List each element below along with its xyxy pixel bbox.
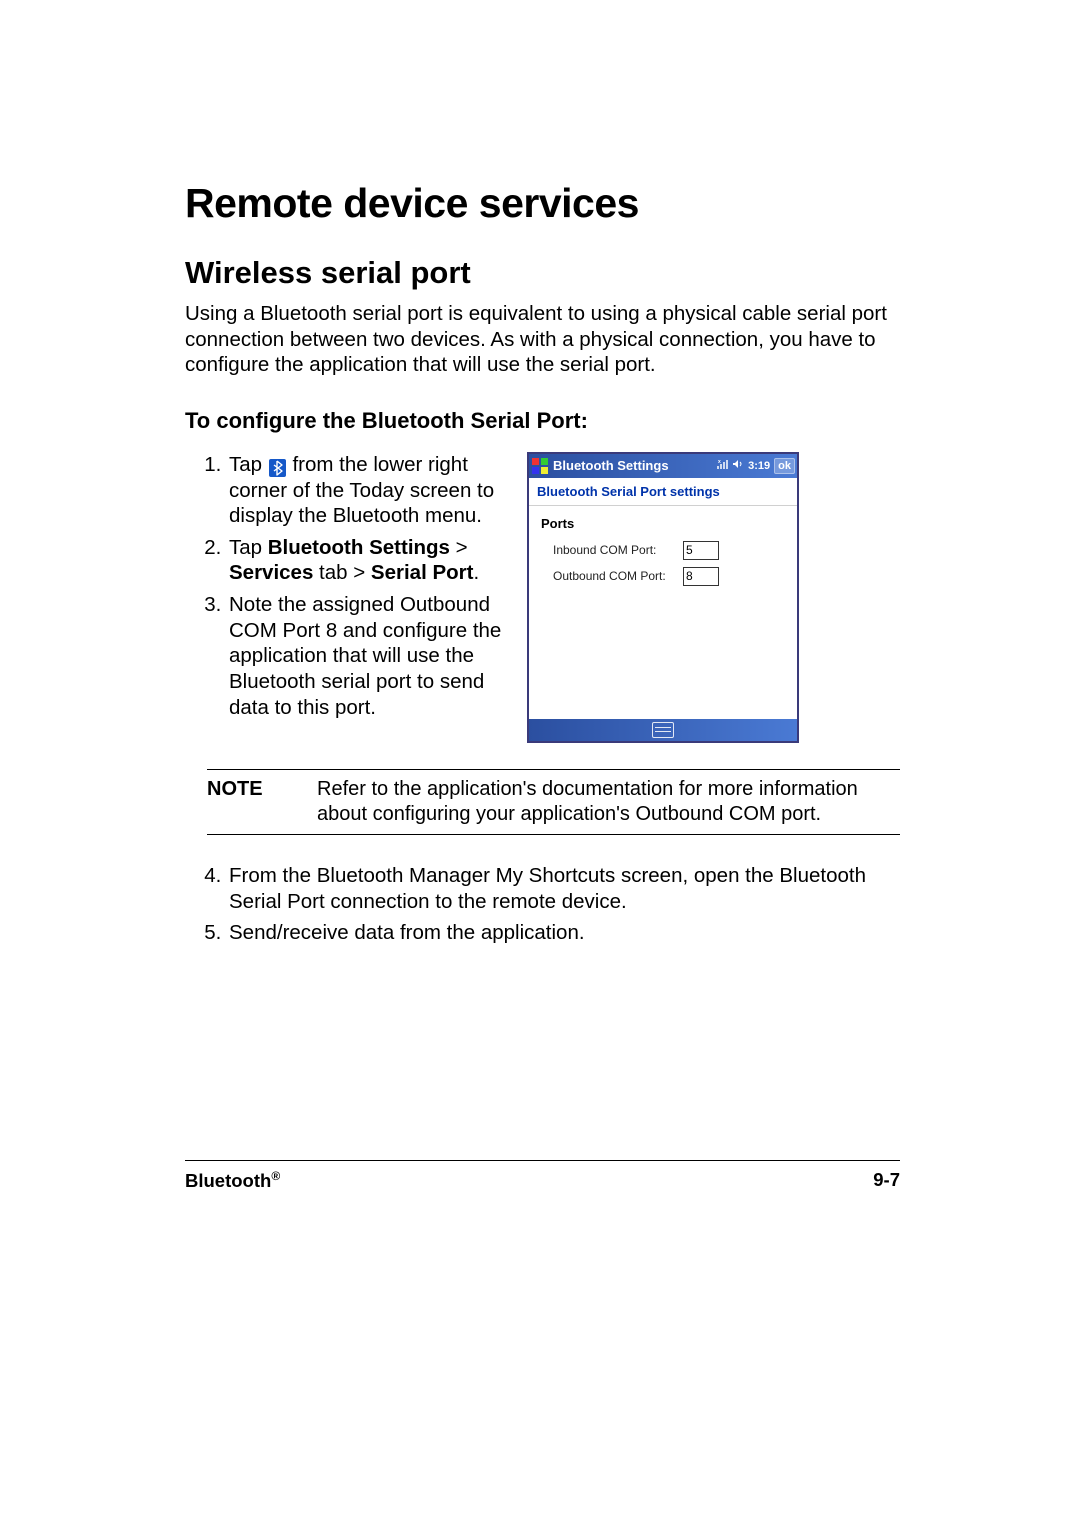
intro-paragraph: Using a Bluetooth serial port is equival…: [185, 301, 900, 378]
page-title: Remote device services: [185, 180, 900, 227]
start-icon[interactable]: [531, 457, 549, 475]
step-1-text-a: Tap: [229, 453, 268, 476]
pda-window-title: Bluetooth Settings: [553, 458, 669, 473]
inbound-port-row: Inbound COM Port:: [541, 541, 785, 560]
step-2-text-a: Tap: [229, 536, 268, 559]
step-2-text-d: .: [473, 561, 479, 584]
inbound-port-input[interactable]: [683, 541, 719, 560]
step-2-bold-services: Services: [229, 561, 313, 584]
step-2-bold-bt-settings: Bluetooth Settings: [268, 536, 450, 559]
volume-icon: [732, 458, 744, 473]
signal-icon: x: [716, 458, 728, 473]
ok-button[interactable]: ok: [774, 458, 795, 474]
procedure-heading: To configure the Bluetooth Serial Port:: [185, 408, 900, 434]
step-2: Tap Bluetooth Settings > Services tab > …: [227, 535, 505, 586]
footer-left-text: Bluetooth: [185, 1170, 271, 1191]
steps-list-continued: From the Bluetooth Manager My Shortcuts …: [185, 863, 900, 946]
pda-titlebar: Bluetooth Settings x 3:19 ok: [529, 454, 797, 478]
pda-subtitle: Bluetooth Serial Port settings: [529, 478, 797, 506]
svg-text:x: x: [718, 459, 721, 465]
pda-body: Ports Inbound COM Port: Outbound COM Por…: [529, 506, 797, 719]
registered-mark: ®: [271, 1169, 280, 1183]
step-5: Send/receive data from the application.: [227, 920, 900, 946]
status-icons: x 3:19: [716, 458, 770, 473]
outbound-port-label: Outbound COM Port:: [553, 569, 683, 583]
step-4: From the Bluetooth Manager My Shortcuts …: [227, 863, 900, 914]
step-2-text-c: tab >: [313, 561, 371, 584]
page-footer: Bluetooth® 9-7: [185, 1160, 900, 1192]
note-label: NOTE: [207, 777, 317, 827]
note-box: NOTE Refer to the application's document…: [207, 769, 900, 835]
section-subtitle: Wireless serial port: [185, 255, 900, 291]
outbound-port-input[interactable]: [683, 567, 719, 586]
footer-page-number: 9-7: [873, 1169, 900, 1192]
steps-list: Tap from the lower right corner of the T…: [185, 452, 505, 720]
step-2-text-b: >: [450, 536, 468, 559]
footer-left: Bluetooth®: [185, 1169, 280, 1192]
note-text: Refer to the application's documentation…: [317, 777, 900, 827]
inbound-port-label: Inbound COM Port:: [553, 543, 683, 557]
outbound-port-row: Outbound COM Port:: [541, 567, 785, 586]
clock-text: 3:19: [748, 460, 770, 472]
keyboard-icon[interactable]: [652, 722, 674, 738]
pda-bottombar: [529, 719, 797, 741]
step-1: Tap from the lower right corner of the T…: [227, 452, 505, 529]
pda-screenshot: Bluetooth Settings x 3:19 ok Bluetooth S…: [527, 452, 799, 743]
step-2-bold-serial-port: Serial Port: [371, 561, 474, 584]
step-3: Note the assigned Outbound COM Port 8 an…: [227, 592, 505, 720]
ports-group-label: Ports: [541, 516, 785, 531]
steps-column: Tap from the lower right corner of the T…: [185, 452, 505, 743]
bluetooth-icon: [269, 458, 286, 476]
page: Remote device services Wireless serial p…: [0, 0, 1080, 1528]
